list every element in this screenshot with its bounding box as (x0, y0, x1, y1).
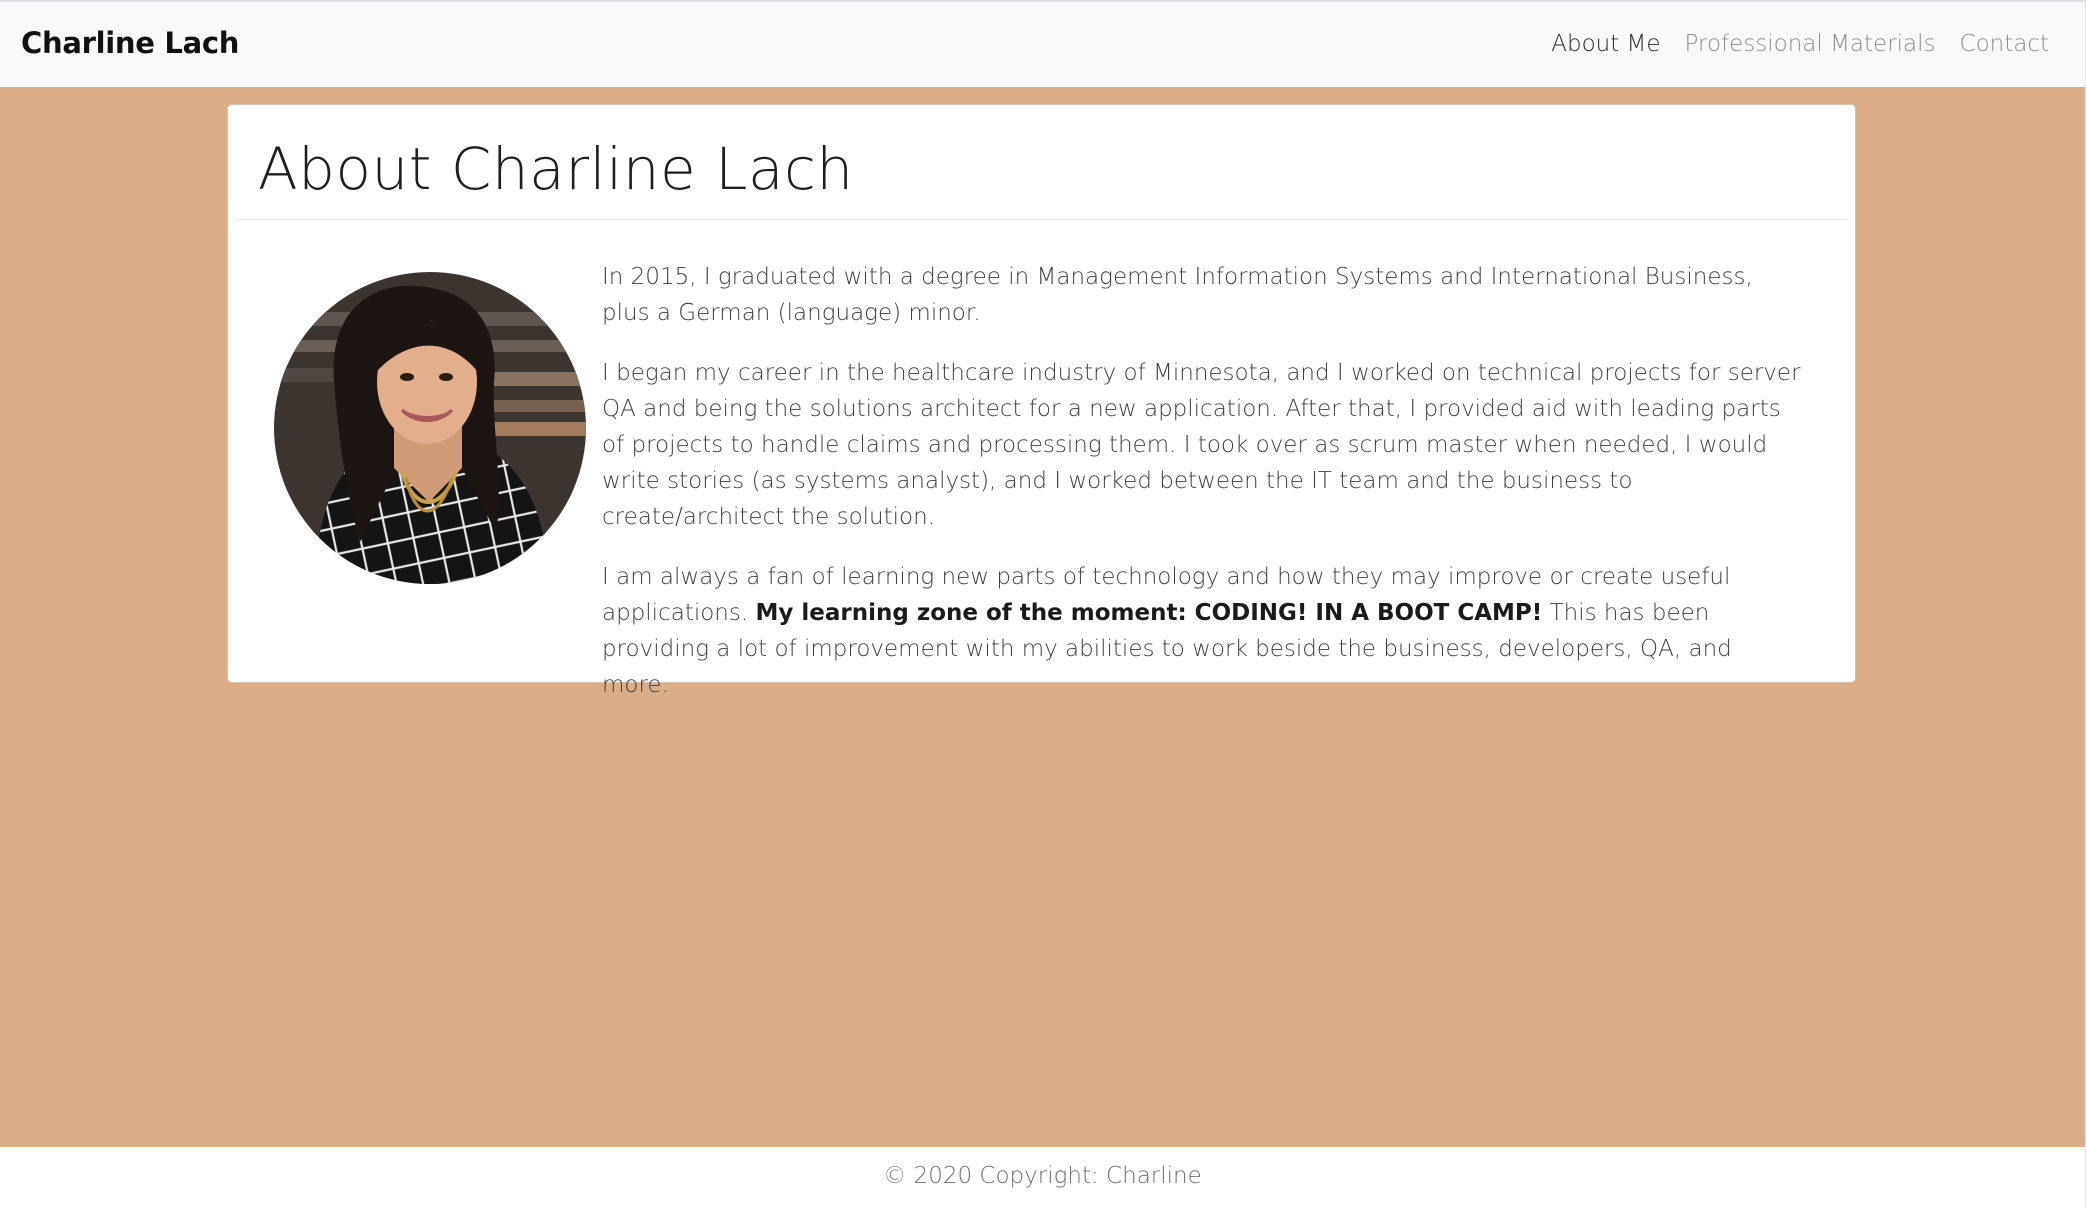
bio-paragraph-3: I am always a fan of learning new parts … (602, 559, 1802, 703)
bio-text: In 2015, I graduated with a degree in Ma… (602, 259, 1802, 727)
page: Charline Lach About Me Professional Mate… (0, 0, 2086, 1207)
nav-link-contact[interactable]: Contact (1960, 31, 2049, 57)
divider (236, 219, 1847, 220)
nav-link-professional-materials[interactable]: Professional Materials (1685, 31, 1936, 57)
footer: © 2020 Copyright: Charline (0, 1147, 2085, 1207)
nav-links: About Me Professional Materials Contact (1551, 31, 2049, 57)
navbar: Charline Lach About Me Professional Mate… (0, 0, 2085, 87)
nav-link-about-me[interactable]: About Me (1551, 31, 1660, 57)
profile-photo (274, 272, 586, 584)
brand-link[interactable]: Charline Lach (21, 26, 239, 60)
bio-paragraph-1: In 2015, I graduated with a degree in Ma… (602, 264, 1753, 326)
bio-paragraph-2: I began my career in the healthcare indu… (602, 360, 1801, 530)
about-card: About Charline Lach In 2015, I graduated… (227, 104, 1856, 698)
bio-highlight: My learning zone of the moment: CODING! … (755, 600, 1543, 626)
copyright-text: © 2020 Copyright: Charline (883, 1163, 1202, 1189)
page-title: About Charline Lach (258, 135, 854, 203)
